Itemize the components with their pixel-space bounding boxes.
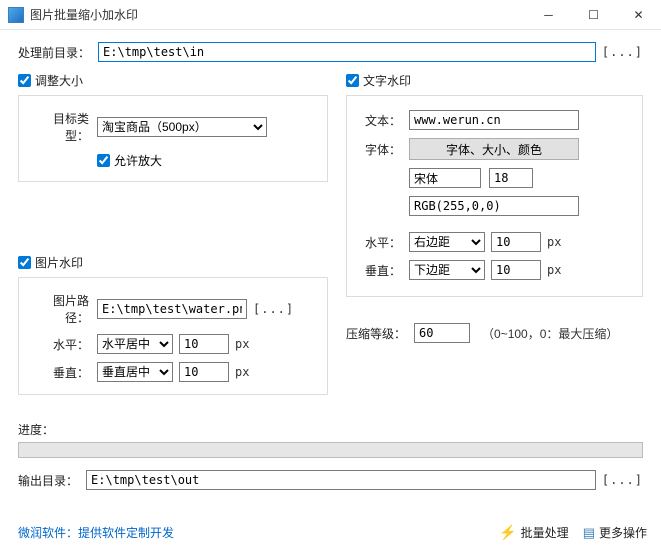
input-dir-field[interactable] (98, 42, 596, 62)
input-dir-label: 处理前目录： (18, 44, 90, 61)
app-icon (8, 7, 24, 23)
allow-enlarge-checkbox[interactable]: 允许放大 (97, 152, 162, 169)
txt-v-select[interactable]: 下边距 (409, 260, 485, 280)
font-size-field[interactable] (489, 168, 533, 188)
output-dir-field[interactable] (86, 470, 596, 490)
minimize-button[interactable]: ─ (526, 0, 571, 30)
more-actions-button[interactable]: ▤ 更多操作 (583, 524, 647, 541)
compress-hint: （0~100，0：最大压缩） (482, 325, 618, 342)
txt-h-select[interactable]: 右边距 (409, 232, 485, 252)
target-type-select[interactable]: 淘宝商品（500px） (97, 117, 267, 137)
output-dir-label: 输出目录： (18, 472, 78, 489)
img-h-label: 水平： (31, 336, 89, 353)
txt-text-label: 文本： (359, 112, 401, 129)
txt-v-label: 垂直： (359, 262, 401, 279)
footer: 微润软件：提供软件定制开发 ⚡ 批量处理 ▤ 更多操作 (0, 516, 661, 549)
compress-value[interactable] (414, 323, 470, 343)
text-watermark-group: 文本： 字体： 字体、大小、颜色 水平： (346, 95, 643, 297)
image-watermark-label: 图片水印 (35, 254, 83, 271)
menu-icon: ▤ (583, 525, 595, 541)
close-button[interactable]: ✕ (616, 0, 661, 30)
progress-bar (18, 442, 643, 458)
resize-group: 目标类型： 淘宝商品（500px） 允许放大 (18, 95, 328, 182)
img-h-value[interactable] (179, 334, 229, 354)
text-watermark-label: 文字水印 (363, 72, 411, 89)
image-watermark-input[interactable] (18, 256, 31, 269)
img-v-select[interactable]: 垂直居中 (97, 362, 173, 382)
footer-link[interactable]: 微润软件：提供软件定制开发 (18, 524, 174, 541)
image-watermark-checkbox[interactable]: 图片水印 (18, 254, 328, 271)
text-watermark-checkbox[interactable]: 文字水印 (346, 72, 643, 89)
titlebar: 图片批量缩小加水印 ─ ☐ ✕ (0, 0, 661, 30)
output-dir-browse[interactable]: [...] (602, 473, 643, 487)
input-dir-browse[interactable]: [...] (602, 45, 643, 59)
txt-text-field[interactable] (409, 110, 579, 130)
txt-v-unit: px (547, 263, 561, 277)
txt-v-value[interactable] (491, 260, 541, 280)
progress-label: 进度： (18, 421, 643, 438)
batch-process-button[interactable]: ⚡ 批量处理 (499, 524, 568, 541)
img-h-unit: px (235, 337, 249, 351)
img-h-select[interactable]: 水平居中 (97, 334, 173, 354)
txt-font-label: 字体： (359, 141, 401, 158)
maximize-button[interactable]: ☐ (571, 0, 616, 30)
txt-h-label: 水平： (359, 234, 401, 251)
img-v-value[interactable] (179, 362, 229, 382)
target-type-label: 目标类型： (31, 110, 89, 144)
allow-enlarge-label: 允许放大 (114, 152, 162, 169)
image-path-browse[interactable]: [...] (253, 302, 294, 316)
image-path-field[interactable] (97, 299, 247, 319)
allow-enlarge-input[interactable] (97, 154, 110, 167)
img-v-label: 垂直： (31, 364, 89, 381)
image-watermark-group: 图片路径： [...] 水平： 水平居中 px 垂直： 垂直居中 px (18, 277, 328, 395)
text-watermark-input[interactable] (346, 74, 359, 87)
compress-label: 压缩等级： (346, 325, 406, 342)
img-v-unit: px (235, 365, 249, 379)
font-name-field[interactable] (409, 168, 481, 188)
txt-h-unit: px (547, 235, 561, 249)
lightning-icon: ⚡ (499, 524, 516, 541)
resize-checkbox-label: 调整大小 (35, 72, 83, 89)
resize-checkbox[interactable]: 调整大小 (18, 72, 328, 89)
txt-h-value[interactable] (491, 232, 541, 252)
image-path-label: 图片路径： (31, 292, 89, 326)
resize-checkbox-input[interactable] (18, 74, 31, 87)
window-title: 图片批量缩小加水印 (30, 6, 526, 23)
font-picker-button[interactable]: 字体、大小、颜色 (409, 138, 579, 160)
font-color-field[interactable] (409, 196, 579, 216)
